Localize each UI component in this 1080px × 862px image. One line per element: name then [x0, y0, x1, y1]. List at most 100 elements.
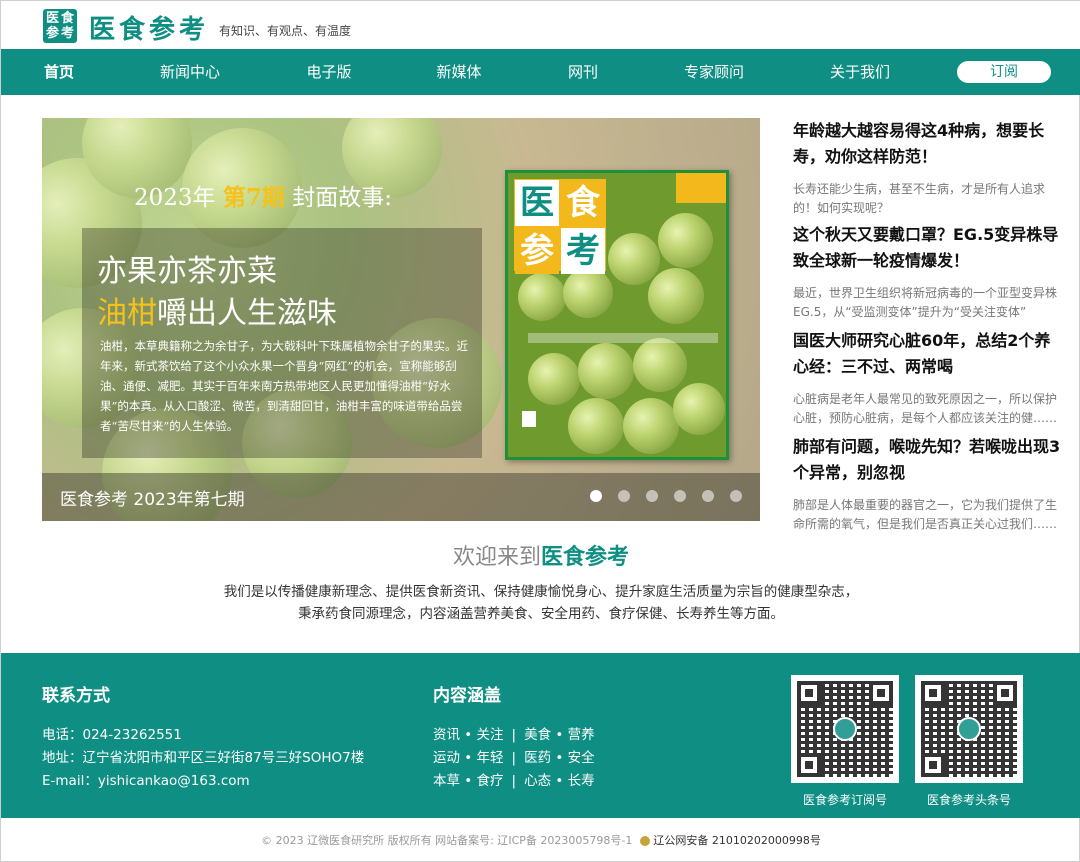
logo-char: 食 [60, 11, 74, 26]
content-heading: 内容涵盖 [433, 686, 501, 706]
news-title[interactable]: 肺部有问题，喉咙先知？若喉咙出现3个异常，别忽视 [793, 434, 1063, 486]
logo-mark[interactable]: 医 食 参 考 [43, 9, 77, 43]
welcome-text: 我们是以传播健康新理念、提供医食新资讯、保持健康愉悦身心、提升家庭生活质量为宗旨… [1, 581, 1080, 625]
nav-item-e-edition[interactable]: 电子版 [305, 49, 353, 95]
nav-item-new-media[interactable]: 新媒体 [435, 49, 483, 95]
fruit-decoration [633, 338, 687, 392]
qr-pattern [921, 681, 1017, 777]
qr-eye [797, 753, 821, 777]
magazine-cover[interactable]: 医 食 参 考 [505, 170, 729, 460]
news-item[interactable]: 国医大师研究心脏60年，总结2个养心经：三不过、两常喝 心脏病是老年人最常见的致… [793, 328, 1063, 428]
subscribe-button[interactable]: 订阅 [957, 61, 1051, 83]
fruit-decoration [673, 383, 725, 435]
issue-year: 2023年 [134, 185, 216, 211]
qr-label: 医食参考头条号 [926, 793, 1011, 807]
banner-issue: 2023年 第7期 封面故事: [134, 178, 392, 212]
nav-item-about-us[interactable]: 关于我们 [829, 49, 891, 95]
content-tag[interactable]: 运动 • 年轻 [433, 750, 504, 766]
qr-logo-icon [833, 717, 857, 741]
fruit-decoration [608, 233, 660, 285]
qr-logo-icon [957, 717, 981, 741]
carousel-dot[interactable] [674, 490, 686, 502]
content-row: 本草 • 食疗 | 心态 • 长寿 [433, 769, 595, 789]
fruit-decoration [623, 398, 679, 454]
cover-logo-char: 医 [515, 180, 559, 226]
carousel-dot[interactable] [702, 490, 714, 502]
copyright-bar: © 2023 辽微医食研究所 版权所有 网站备案号: 辽ICP备 2023005… [1, 832, 1080, 848]
subscription-qr-code [791, 675, 899, 783]
content-row: 运动 • 年轻 | 医药 • 安全 [433, 746, 595, 766]
issue-suffix: 封面故事: [292, 185, 392, 211]
contact-heading: 联系方式 [42, 686, 110, 706]
carousel-dot[interactable] [646, 490, 658, 502]
banner-title-line1: 亦果亦茶亦菜 [97, 254, 277, 289]
content-tag[interactable]: 资讯 • 关注 [433, 727, 504, 743]
nav-item-web-journal[interactable]: 网刊 [567, 49, 599, 95]
separator: | [511, 750, 517, 766]
welcome-line: 我们是以传播健康新理念、提供医食新资讯、保持健康愉悦身心、提升家庭生活质量为宗旨… [223, 584, 859, 600]
news-desc: 最近，世界卫生组织将新冠病毒的一个亚型变异株EG.5，从“受监测变体”提升为“受… [793, 286, 1058, 319]
carousel-dot[interactable] [590, 490, 602, 502]
news-title[interactable]: 年龄越大越容易得这4种病，想要长寿，劝你这样防范！ [793, 118, 1063, 170]
nav-item-home[interactable]: 首页 [43, 49, 75, 95]
welcome-prefix: 欢迎来到 [452, 545, 541, 570]
issue-number: 第7期 [222, 184, 285, 211]
cover-logo-char: 参 [515, 228, 559, 274]
logo-text[interactable]: 医食参考 [89, 9, 209, 46]
logo-char: 参 [45, 26, 59, 41]
police-record[interactable]: 辽公网安备 21010202000998号 [653, 834, 820, 847]
content-tag[interactable]: 心态 • 长寿 [524, 773, 595, 789]
main-nav: 首页 新闻中心 电子版 新媒体 网刊 专家顾问 关于我们 订阅 [1, 49, 1080, 95]
carousel-dot[interactable] [730, 490, 742, 502]
qr-eye [921, 681, 945, 705]
fruit-decoration [658, 213, 713, 268]
cover-headline-strip [528, 333, 718, 343]
qr-pattern [797, 681, 893, 777]
news-title[interactable]: 国医大师研究心脏60年，总结2个养心经：三不过、两常喝 [793, 328, 1063, 380]
welcome-brand: 医食参考 [541, 545, 630, 570]
news-item[interactable]: 这个秋天又要戴口罩？EG.5变异株导致全球新一轮疫情爆发！ 最近，世界卫生组织将… [793, 222, 1063, 322]
banner-body: 油柑，本草典籍称之为余甘子，为大戟科叶下珠属植物余甘子的果实。近年来，新式茶饮给… [100, 339, 468, 433]
banner-caption[interactable]: 医食参考 2023年第七期 [60, 485, 245, 510]
hero-carousel[interactable]: 2023年 第7期 封面故事: 亦果亦茶亦菜 油柑嚼出人生滋味 油柑，本草典籍称… [42, 118, 760, 521]
carousel-dot[interactable] [618, 490, 630, 502]
contact-email[interactable]: E-mail：yishicankao@163.com [42, 769, 250, 789]
nav-item-experts[interactable]: 专家顾问 [683, 49, 745, 95]
qr-eye [921, 753, 945, 777]
news-title[interactable]: 这个秋天又要戴口罩？EG.5变异株导致全球新一轮疫情爆发！ [793, 222, 1063, 274]
fruit-decoration [578, 343, 634, 399]
copyright-text: © 2023 辽微医食研究所 版权所有 网站备案号: 辽ICP备 2023005… [261, 834, 633, 847]
separator: | [511, 727, 517, 743]
logo-char: 医 [45, 11, 59, 26]
site-slogan: 有知识、有观点、有温度 [219, 24, 352, 38]
nav-item-news-center[interactable]: 新闻中心 [159, 49, 221, 95]
fruit-decoration [568, 398, 624, 454]
police-badge-icon [640, 836, 651, 846]
content-tag[interactable]: 美食 • 营养 [524, 727, 595, 743]
separator: | [511, 773, 517, 789]
site-header: 医 食 参 考 医食参考 有知识、有观点、有温度 [1, 1, 1080, 49]
fruit-decoration [518, 273, 566, 321]
fruit-decoration [563, 268, 613, 318]
cover-logo-char: 考 [561, 228, 605, 274]
qr-eye [797, 681, 821, 705]
news-item[interactable]: 肺部有问题，喉咙先知？若喉咙出现3个异常，别忽视 肺部是人体最重要的器官之一，它… [793, 434, 1063, 534]
news-item[interactable]: 年龄越大越容易得这4种病，想要长寿，劝你这样防范！ 长寿还能少生病，甚至不生病，… [793, 118, 1063, 218]
content-tag[interactable]: 医药 • 安全 [524, 750, 595, 766]
qr-eye [869, 681, 893, 705]
banner-title-line2: 油柑嚼出人生滋味 [97, 288, 337, 332]
title-rest: 嚼出人生滋味 [157, 296, 337, 331]
welcome-title: 欢迎来到医食参考 [1, 539, 1080, 571]
site-footer: 联系方式 电话：024-23262551 地址：辽宁省沈阳市和平区三好街87号三… [1, 653, 1080, 818]
fruit-decoration [648, 268, 704, 324]
toutiao-qr-code [915, 675, 1023, 783]
news-desc: 心脏病是老年人最常见的致死原因之一，所以保护心脏，预防心脏病，是每个人都应该关注… [793, 392, 1058, 425]
content-tag[interactable]: 本草 • 食疗 [433, 773, 504, 789]
qr-eye [993, 681, 1017, 705]
contact-address: 地址：辽宁省沈阳市和平区三好街87号三好SOHO7楼 [42, 750, 365, 766]
welcome-line: 秉承药食同源理念，内容涵盖营养美食、安全用药、食疗保健、长寿养生等方面。 [298, 606, 784, 622]
contact-phone: 电话：024-23262551 [42, 727, 182, 743]
news-desc: 肺部是人体最重要的器官之一，它为我们提供了生命所需的氧气，但是我们是否真正关心过… [793, 498, 1058, 531]
carousel-dots [590, 490, 742, 502]
cover-logo: 医 食 参 考 [514, 179, 606, 274]
